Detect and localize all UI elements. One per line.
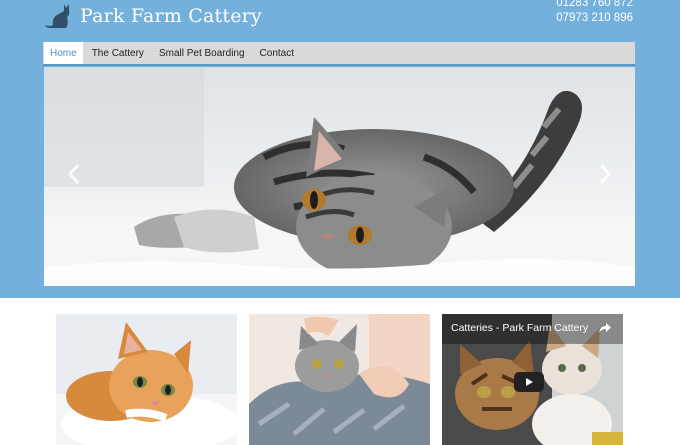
nav-contact[interactable]: Contact: [254, 42, 300, 64]
play-icon: [526, 378, 533, 386]
phone-1[interactable]: 01283 760 872: [556, 0, 633, 11]
chevron-right-icon: [599, 164, 612, 184]
share-icon[interactable]: [598, 321, 612, 335]
nav-small-pet-boarding[interactable]: Small Pet Boarding: [153, 42, 251, 64]
carousel-prev-button[interactable]: [65, 162, 83, 186]
site-title: Park Farm Cattery: [80, 5, 262, 27]
nav-the-cattery[interactable]: The Cattery: [86, 42, 150, 64]
nav-home[interactable]: Home: [44, 42, 83, 64]
hero-image-tabby-cat: [44, 67, 635, 286]
video-embed[interactable]: Catteries - Park Farm Cattery: [442, 314, 623, 445]
hero-carousel[interactable]: [44, 67, 635, 286]
cat-silhouette-icon: [44, 1, 76, 31]
kitten-in-sweater-image: [249, 314, 430, 445]
main-nav: Home The Cattery Small Pet Boarding Cont…: [43, 42, 635, 66]
chevron-left-icon: [67, 164, 80, 184]
ginger-kitten-image: [56, 314, 237, 445]
video-title[interactable]: Catteries - Park Farm Cattery: [451, 322, 588, 334]
phone-numbers: 01283 760 872 07973 210 896: [556, 0, 633, 26]
site-logo[interactable]: Park Farm Cattery: [44, 0, 262, 32]
phone-2[interactable]: 07973 210 896: [556, 11, 633, 26]
video-play-button[interactable]: [514, 372, 544, 392]
card-ginger-kitten[interactable]: [56, 314, 237, 445]
carousel-next-button[interactable]: [596, 162, 614, 186]
card-sweater-kitten[interactable]: [249, 314, 430, 445]
